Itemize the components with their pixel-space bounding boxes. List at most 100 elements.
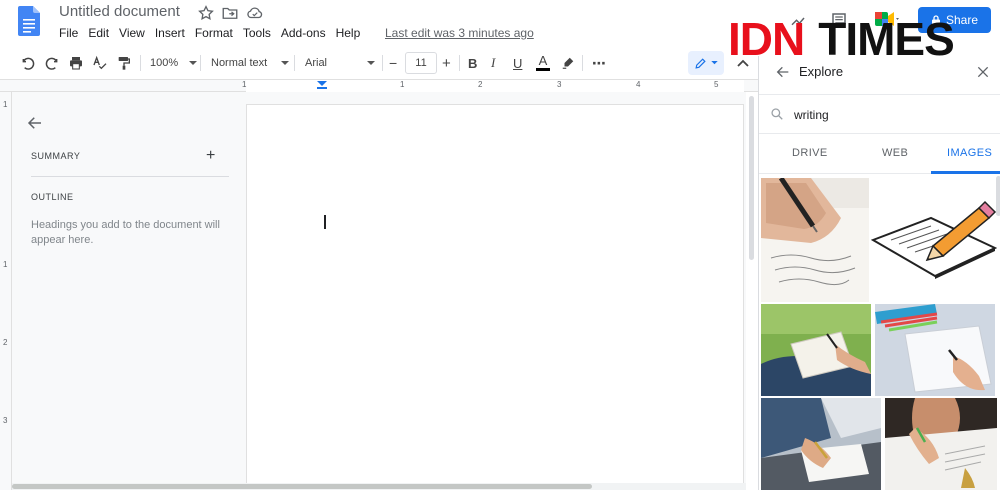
watermark-idn: IDN — [728, 13, 805, 65]
pencil-icon — [695, 57, 706, 69]
increase-font-size-button[interactable]: + — [442, 54, 451, 72]
notebook-writing-photo — [885, 398, 997, 490]
editing-mode-button[interactable] — [688, 51, 724, 75]
menu-format[interactable]: Format — [195, 26, 233, 40]
menu-edit[interactable]: Edit — [88, 26, 109, 40]
menu-bar: File Edit View Insert Format Tools Add-o… — [59, 26, 370, 40]
folder-move-icon[interactable] — [221, 4, 239, 22]
image-results-grid — [759, 176, 1000, 490]
print-icon — [70, 57, 82, 70]
idn-times-watermark: IDN TIMES — [728, 13, 955, 65]
summary-heading: SUMMARY — [31, 151, 81, 161]
watermark-times: TIMES — [818, 13, 955, 65]
horizontal-scrollbar[interactable] — [12, 483, 746, 490]
document-scrollbar-thumb[interactable] — [749, 96, 754, 260]
image-result[interactable] — [871, 178, 997, 302]
paragraph-style-select[interactable]: Normal text — [211, 54, 290, 72]
explore-search-bar — [759, 94, 1000, 134]
last-edit-link[interactable]: Last edit was 3 minutes ago — [385, 26, 534, 40]
font-select[interactable]: Arial — [305, 54, 376, 72]
cloud-status-icon[interactable] — [246, 4, 264, 22]
font-size-value: 11 — [415, 57, 427, 69]
zoom-value: 100% — [150, 57, 179, 69]
docs-logo-icon[interactable] — [18, 6, 40, 36]
ruler-mark: 1 — [400, 80, 405, 89]
outline-heading: OUTLINE — [31, 192, 74, 202]
bold-button[interactable]: B — [468, 54, 477, 72]
text-color-bar — [536, 68, 550, 71]
explore-panel: Explore DRIVE WEB IMAGES — [758, 56, 1000, 490]
app-window: Untitled document File Edit View Insert … — [0, 0, 1000, 490]
text-color-icon: A — [538, 53, 548, 68]
menu-file[interactable]: File — [59, 26, 78, 40]
decrease-font-size-button[interactable]: − — [389, 54, 397, 72]
text-color-button[interactable]: A — [536, 54, 550, 72]
highlight-button[interactable] — [561, 54, 575, 72]
more-button[interactable]: ⋯ — [592, 54, 606, 72]
vertical-ruler[interactable]: 1 1 2 3 — [0, 92, 12, 490]
menu-view[interactable]: View — [119, 26, 145, 40]
ruler-mark: 3 — [3, 416, 8, 425]
document-scrollbar[interactable] — [746, 92, 758, 490]
menu-insert[interactable]: Insert — [155, 26, 185, 40]
underline-button[interactable]: U — [513, 54, 522, 72]
chevron-down-icon — [281, 60, 290, 65]
horizontal-scrollbar-thumb[interactable] — [12, 484, 592, 489]
undo-icon — [22, 57, 35, 70]
undo-button[interactable] — [20, 54, 36, 72]
toolbar-divider — [582, 55, 583, 71]
toolbar-divider — [382, 55, 383, 71]
spellcheck-button[interactable] — [92, 54, 108, 72]
explore-title: Explore — [799, 64, 844, 79]
highlighter-icon — [562, 57, 574, 69]
document-page[interactable] — [246, 104, 744, 490]
arrow-back-icon[interactable] — [26, 114, 44, 132]
image-result[interactable] — [885, 398, 997, 490]
print-button[interactable] — [68, 54, 84, 72]
ruler-mark: 3 — [557, 80, 562, 89]
close-icon[interactable] — [975, 64, 991, 80]
text-cursor — [324, 215, 326, 229]
active-tab-indicator — [931, 171, 1000, 174]
outline-divider — [31, 176, 229, 177]
menu-tools[interactable]: Tools — [243, 26, 271, 40]
ruler-mark: 2 — [478, 80, 483, 89]
font-value: Arial — [305, 57, 328, 69]
star-icon[interactable] — [197, 4, 215, 22]
image-result[interactable] — [875, 304, 995, 396]
document-title[interactable]: Untitled document — [59, 3, 180, 20]
ruler-mark: 4 — [636, 80, 641, 89]
ruler-mark: 1 — [3, 260, 8, 269]
explore-tabs: DRIVE WEB IMAGES — [759, 136, 1000, 174]
outdoor-writing-photo — [761, 304, 871, 396]
ruler-mark: 1 — [242, 80, 247, 89]
image-result[interactable] — [761, 304, 871, 396]
chevron-down-icon — [711, 61, 718, 65]
tab-images[interactable]: IMAGES — [947, 147, 992, 159]
desk-writing-photo — [875, 304, 995, 396]
redo-button[interactable] — [44, 54, 60, 72]
menu-addons[interactable]: Add-ons — [281, 26, 326, 40]
menu-help[interactable]: Help — [336, 26, 361, 40]
tab-drive[interactable]: DRIVE — [792, 147, 828, 159]
toolbar-divider — [459, 55, 460, 71]
plus-icon: + — [442, 54, 451, 72]
document-canvas — [12, 92, 746, 490]
italic-button[interactable]: I — [491, 54, 495, 72]
toolbar-divider — [200, 55, 201, 71]
horizontal-ruler[interactable]: 1 1 2 3 4 5 — [0, 80, 758, 92]
explore-search-input[interactable] — [794, 106, 984, 124]
image-result[interactable] — [761, 398, 881, 490]
arrow-back-icon[interactable] — [775, 64, 791, 80]
underline-icon: U — [513, 55, 523, 71]
paint-format-button[interactable] — [116, 54, 132, 72]
bold-icon: B — [468, 55, 478, 71]
add-summary-button[interactable]: + — [206, 148, 215, 164]
ruler-mark: 1 — [3, 100, 8, 109]
zoom-select[interactable]: 100% — [150, 54, 198, 72]
image-result[interactable] — [761, 178, 869, 302]
tab-web[interactable]: WEB — [882, 147, 908, 159]
font-size-input[interactable]: 11 — [405, 52, 437, 74]
image-grid-scrollbar-thumb[interactable] — [996, 176, 1000, 216]
indent-marker-icon[interactable] — [317, 81, 327, 89]
